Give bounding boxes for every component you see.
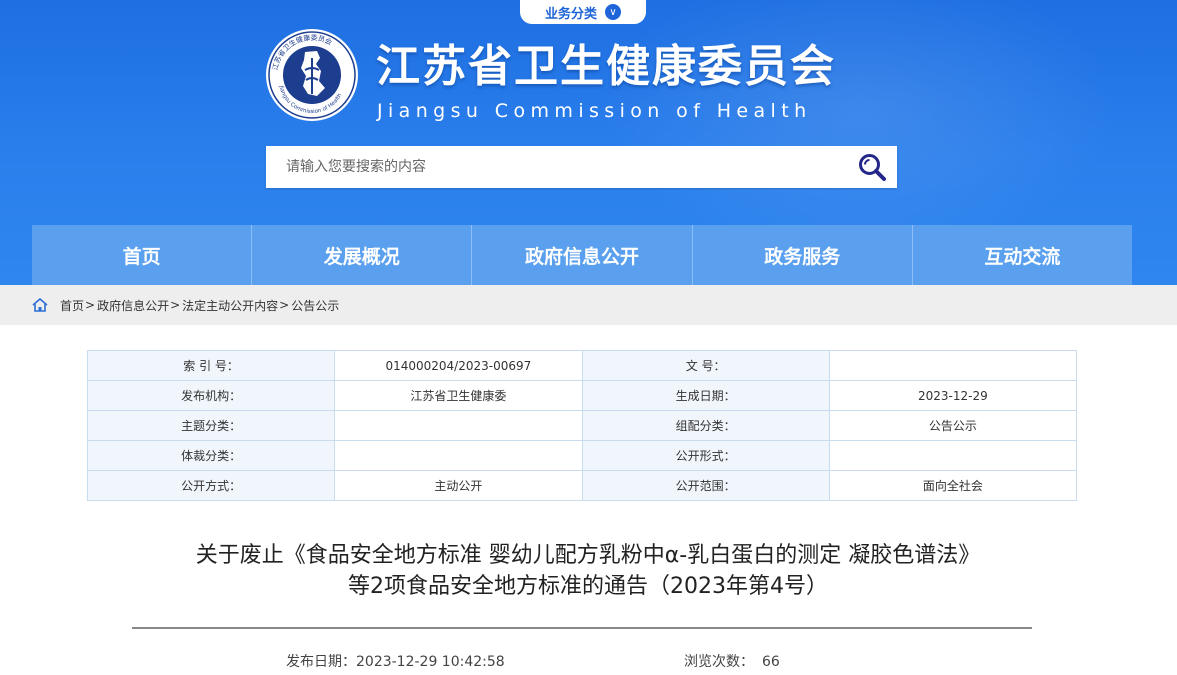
genre-value	[334, 440, 583, 471]
nav-item-home[interactable]: 首页	[32, 225, 253, 285]
site-header: 业务分类 ∨ 江苏省卫生健康委员会 Jiangsu Commission of …	[0, 0, 1177, 285]
publisher-label: 发布机构：	[86, 380, 336, 411]
disclosure-scope-value: 面向全社会	[828, 470, 1078, 501]
genre-label: 体裁分类：	[86, 440, 336, 471]
topic-value	[334, 410, 583, 441]
breadcrumb-notices[interactable]: 公告公示	[291, 297, 339, 314]
business-category-label: 业务分类	[544, 6, 597, 22]
nav-item-services[interactable]: 政务服务	[692, 225, 913, 285]
group-value: 公告公示	[828, 410, 1078, 441]
search-bar	[266, 146, 897, 188]
doc-no-label: 文 号：	[581, 350, 830, 381]
breadcrumb-separator: >	[170, 298, 181, 312]
disclosure-method-label: 公开方式：	[86, 470, 336, 501]
site-subtitle: Jiangsu Commission of Health	[377, 100, 812, 122]
home-icon	[32, 298, 48, 312]
business-category-tab[interactable]: 业务分类 ∨	[520, 0, 646, 24]
group-label: 组配分类：	[581, 410, 830, 441]
disclosure-scope-label: 公开范围：	[581, 470, 830, 501]
breadcrumb-gov-info[interactable]: 政府信息公开	[97, 297, 169, 314]
search-input[interactable]	[266, 147, 847, 187]
title-divider	[132, 627, 1032, 629]
nav-item-gov-info[interactable]: 政府信息公开	[472, 225, 693, 285]
table-row: 公开方式： 主动公开 公开范围： 面向全社会	[86, 470, 1078, 501]
nav-item-interaction[interactable]: 互动交流	[912, 225, 1133, 285]
document-metadata-table: 索 引 号： 014000204/2023-00697 文 号： 发布机构： 江…	[86, 350, 1078, 501]
breadcrumb-separator: >	[85, 298, 96, 312]
index-no-label: 索 引 号：	[86, 350, 336, 381]
search-icon	[859, 154, 886, 181]
nav-item-overview[interactable]: 发展概况	[252, 225, 473, 285]
disclosure-method-value: 主动公开	[334, 470, 583, 501]
search-button[interactable]	[847, 146, 897, 188]
publish-date-info: 发布日期：2023-12-29 10:42:58	[286, 651, 505, 671]
view-count-value: 66	[762, 654, 780, 670]
article-title: 关于废止《食品安全地方标准 婴幼儿配方乳粉中α-乳白蛋白的测定 凝胶色谱法》 等…	[100, 540, 1076, 602]
breadcrumb-statutory[interactable]: 法定主动公开内容	[182, 297, 278, 314]
article-title-line-1: 关于废止《食品安全地方标准 婴幼儿配方乳粉中α-乳白蛋白的测定 凝胶色谱法》	[195, 543, 981, 568]
breadcrumb-home[interactable]: 首页	[60, 297, 84, 314]
chevron-down-icon: ∨	[605, 4, 621, 20]
disclosure-form-label: 公开形式：	[581, 440, 830, 471]
publish-date-value: 2023-12-29 10:42:58	[356, 654, 505, 670]
table-row: 体裁分类： 公开形式：	[86, 440, 1078, 471]
main-nav: 首页 发展概况 政府信息公开 政务服务 互动交流	[32, 225, 1133, 285]
publisher-value: 江苏省卫生健康委	[334, 380, 583, 411]
doc-no-value	[828, 350, 1078, 381]
site-title: 江苏省卫生健康委员会	[376, 41, 836, 92]
table-row: 索 引 号： 014000204/2023-00697 文 号：	[86, 350, 1078, 381]
breadcrumb-separator: >	[279, 298, 290, 312]
breadcrumb: 首页 > 政府信息公开 > 法定主动公开内容 > 公告公示	[0, 285, 1177, 325]
table-row: 主题分类： 组配分类： 公告公示	[86, 410, 1078, 441]
index-no-value: 014000204/2023-00697	[334, 350, 583, 381]
article-title-line-2: 等2项食品安全地方标准的通告（2023年第4号）	[348, 574, 828, 599]
topic-label: 主题分类：	[86, 410, 336, 441]
view-count-label: 浏览次数：	[684, 654, 754, 670]
created-date-label: 生成日期：	[581, 380, 830, 411]
disclosure-form-value	[828, 440, 1078, 471]
table-row: 发布机构： 江苏省卫生健康委 生成日期： 2023-12-29	[86, 380, 1078, 411]
publish-date-label: 发布日期：	[286, 654, 356, 670]
view-count-info: 浏览次数： 66	[684, 651, 780, 671]
created-date-value: 2023-12-29	[828, 380, 1078, 411]
commission-logo: 江苏省卫生健康委员会 Jiangsu Commission of Health	[266, 29, 358, 121]
